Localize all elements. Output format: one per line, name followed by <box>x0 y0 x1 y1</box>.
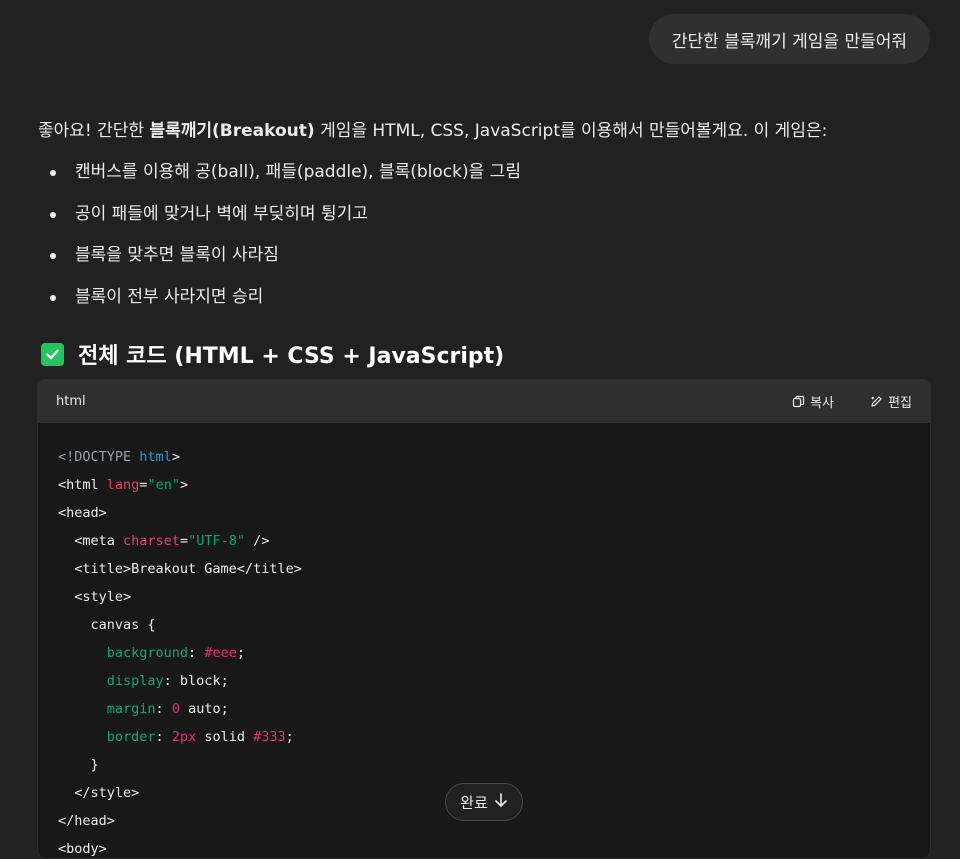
code-token: </head> <box>58 813 115 829</box>
code-token: background <box>58 645 189 661</box>
code-token: ; <box>236 645 245 661</box>
user-message-text: 간단한 블록깨기 게임을 만들어줘 <box>671 31 907 52</box>
intro-prefix: 좋아요! 간단한 <box>38 121 150 141</box>
code-token: <head> <box>58 505 107 521</box>
list-item-text: 캔버스를 이용해 공(ball), 패들(paddle), 블록(block)을… <box>75 162 521 182</box>
list-item: 블록이 전부 사라지면 승리 <box>38 277 521 319</box>
user-message-bubble: 간단한 블록깨기 게임을 만들어줘 <box>648 14 930 64</box>
section-heading-text: 전체 코드 (HTML + CSS + JavaScript) <box>78 344 505 369</box>
code-token: charset <box>123 533 180 549</box>
code-token: : block; <box>163 673 229 689</box>
code-token: > <box>179 477 189 493</box>
done-scroll-button[interactable]: 완료 <box>445 783 523 821</box>
code-token: <body> <box>58 841 107 857</box>
code-line: display: block; <box>58 667 930 695</box>
intro-suffix: 게임을 HTML, CSS, JavaScript를 이용해서 만들어볼게요. … <box>314 121 828 141</box>
code-language-label: html <box>56 394 86 409</box>
code-token: solid <box>196 729 254 745</box>
feature-list: 캔버스를 이용해 공(ball), 패들(paddle), 블록(block)을… <box>38 152 521 318</box>
list-item: 캔버스를 이용해 공(ball), 패들(paddle), 블록(block)을… <box>38 152 521 194</box>
code-line: } <box>58 751 930 779</box>
assistant-intro: 좋아요! 간단한 블록깨기(Breakout) 게임을 HTML, CSS, J… <box>38 118 938 144</box>
code-line: <body> <box>58 835 930 858</box>
list-item-text: 블록이 전부 사라지면 승리 <box>75 286 264 307</box>
arrow-down-icon <box>494 792 508 813</box>
copy-button-label: 복사 <box>810 396 835 411</box>
code-token: border <box>58 729 156 745</box>
code-token: <meta <box>58 533 124 549</box>
code-token: 2px <box>171 729 197 745</box>
code-token: margin <box>58 701 156 717</box>
list-item: 블록을 맞추면 블록이 사라짐 <box>38 235 521 277</box>
code-line: <style> <box>58 583 930 611</box>
code-token: = <box>179 533 189 549</box>
code-token: } <box>58 757 99 773</box>
list-item-text: 블록을 맞추면 블록이 사라짐 <box>75 245 279 266</box>
list-item: 공이 패들에 맞거나 벽에 부딪히며 튕기고 <box>38 194 521 236</box>
code-token: <title>Breakout Game</title> <box>58 561 302 577</box>
code-block-header: html 복사 편집 <box>38 380 930 423</box>
copy-icon <box>793 395 805 408</box>
code-token: canvas { <box>58 617 156 633</box>
check-icon <box>41 342 64 366</box>
code-token: ; <box>285 729 294 745</box>
code-token: <style> <box>58 589 132 605</box>
code-token: /> <box>244 533 270 549</box>
edit-button-label: 편집 <box>888 396 912 411</box>
code-token: "en" <box>147 477 180 493</box>
code-line: <head> <box>58 499 930 527</box>
bullet-dot <box>50 253 56 260</box>
code-token: <!DOCTYPE <box>58 449 132 465</box>
section-heading: 전체 코드 (HTML + CSS + JavaScript) <box>41 336 504 372</box>
copy-button[interactable]: 복사 <box>792 392 834 411</box>
code-token: #eee <box>204 645 237 661</box>
code-token: "UTF-8" <box>188 533 245 549</box>
code-line: canvas { <box>58 611 930 639</box>
list-item-text: 공이 패들에 맞거나 벽에 부딪히며 튕기고 <box>75 203 368 224</box>
code-token: #333 <box>253 729 286 745</box>
bullet-dot <box>50 211 56 218</box>
code-token: display <box>58 673 164 689</box>
bullet-dot <box>50 294 56 301</box>
code-token: : <box>155 701 172 717</box>
code-line: <title>Breakout Game</title> <box>58 555 930 583</box>
code-token: 0 <box>171 701 180 717</box>
done-button-label: 완료 <box>460 793 488 812</box>
code-line: <!DOCTYPE html> <box>58 443 930 471</box>
edit-icon <box>871 396 882 407</box>
code-line: <html lang="en"> <box>58 471 930 499</box>
code-line: <meta charset="UTF-8" /> <box>58 527 930 555</box>
code-line: background: #eee; <box>58 639 930 667</box>
bullet-dot <box>50 170 56 176</box>
code-token: auto; <box>179 701 229 717</box>
code-token: > <box>171 449 180 465</box>
code-token: html <box>139 449 172 465</box>
code-token: </style> <box>58 785 140 801</box>
code-token: : <box>155 729 172 745</box>
code-token: lang <box>106 477 140 493</box>
code-line: margin: 0 auto; <box>58 695 930 723</box>
code-line: border: 2px solid #333; <box>58 723 930 751</box>
code-token: : <box>188 645 205 661</box>
intro-bold: 블록깨기(Breakout) <box>149 121 315 141</box>
code-token: <html <box>58 477 107 493</box>
edit-button[interactable]: 편집 <box>870 392 912 411</box>
